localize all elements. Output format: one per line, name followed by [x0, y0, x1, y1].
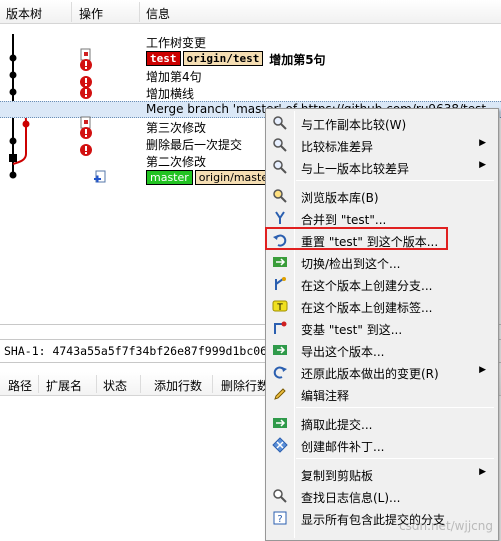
- switch-icon: [273, 257, 287, 267]
- menu-find-log[interactable]: 查找日志信息(L)...: [268, 485, 496, 507]
- export-icon: [273, 345, 287, 355]
- menu-rebase[interactable]: 变基 "test" 到这...: [268, 317, 496, 339]
- added-file-icon: [94, 170, 106, 183]
- submenu-arrow-icon: ▶: [479, 138, 486, 148]
- menu-revert[interactable]: 还原此版本做出的变更(R) ▶: [268, 361, 496, 383]
- submenu-arrow-icon: ▶: [479, 160, 486, 170]
- submenu-arrow-icon: ▶: [479, 467, 486, 477]
- ref-tag-origin-test: origin/test: [182, 51, 264, 66]
- menu-create-tag[interactable]: T 在这个版本上创建标签...: [268, 295, 496, 317]
- col-path[interactable]: 路径: [8, 377, 32, 394]
- revert-icon: [273, 366, 287, 379]
- branches-icon: ?: [273, 511, 287, 525]
- ref-tag-master: master: [146, 170, 193, 185]
- highlight-box: [265, 227, 448, 250]
- menu-cherry-pick[interactable]: 摘取此提交...: [268, 412, 496, 434]
- log-row[interactable]: test origin/test 增加第5句: [0, 48, 501, 71]
- menu-export[interactable]: 导出这个版本...: [268, 339, 496, 361]
- compare-icon: [273, 160, 287, 174]
- merge-icon: [275, 211, 285, 224]
- log-header: 版本树 操作 信息: [0, 0, 501, 24]
- log-row-worktree[interactable]: 工作树变更: [0, 33, 501, 50]
- submenu-arrow-icon: ▶: [479, 365, 486, 375]
- col-status[interactable]: 状态: [103, 377, 127, 394]
- patch-icon: [272, 437, 288, 453]
- menu-switch-checkout[interactable]: 切换/检出到这个...: [268, 251, 496, 273]
- tag-icon: T: [272, 300, 288, 313]
- menu-browse-repo[interactable]: 浏览版本库(B): [268, 185, 496, 207]
- edit-icon: [274, 388, 286, 400]
- compare-icon: [273, 116, 287, 130]
- compare-icon: [273, 138, 287, 152]
- rebase-icon: [274, 321, 287, 334]
- cherry-pick-icon: [273, 418, 287, 428]
- menu-copy-clipboard[interactable]: 复制到剪贴板 ▶: [268, 463, 496, 485]
- log-row[interactable]: 增加第4句: [0, 67, 501, 88]
- error-icon: [80, 87, 92, 99]
- col-deleted[interactable]: 删除行数: [221, 377, 269, 394]
- watermark: csdn.net/wjjcng: [399, 519, 493, 533]
- col-actions[interactable]: 操作: [79, 5, 103, 22]
- browse-icon: [273, 189, 287, 203]
- log-row[interactable]: 增加横线: [0, 84, 501, 101]
- menu-compare-previous[interactable]: 与上一版本比较差异 ▶: [268, 156, 496, 178]
- svg-text:T: T: [276, 303, 283, 313]
- menu-merge[interactable]: 合并到 "test"...: [268, 207, 496, 229]
- col-ext[interactable]: 扩展名: [46, 377, 82, 394]
- col-message[interactable]: 信息: [146, 5, 170, 22]
- menu-compare-diff[interactable]: 比较标准差异 ▶: [268, 134, 496, 156]
- find-icon: [273, 489, 287, 503]
- context-menu: 与工作副本比较(W) 比较标准差异 ▶ 与上一版本比较差异 ▶ 浏览版本库(B)…: [265, 108, 499, 541]
- menu-compare-working-copy[interactable]: 与工作副本比较(W): [268, 112, 496, 134]
- ref-tag-test: test: [146, 51, 181, 66]
- col-added[interactable]: 添加行数: [154, 377, 202, 394]
- menu-edit-notes[interactable]: 编辑注释: [268, 383, 496, 405]
- branch-icon: [275, 277, 286, 290]
- menu-create-patch[interactable]: 创建邮件补丁...: [268, 434, 496, 456]
- menu-create-branch[interactable]: 在这个版本上创建分支...: [268, 273, 496, 295]
- svg-text:?: ?: [277, 514, 282, 525]
- col-graph[interactable]: 版本树: [6, 5, 42, 22]
